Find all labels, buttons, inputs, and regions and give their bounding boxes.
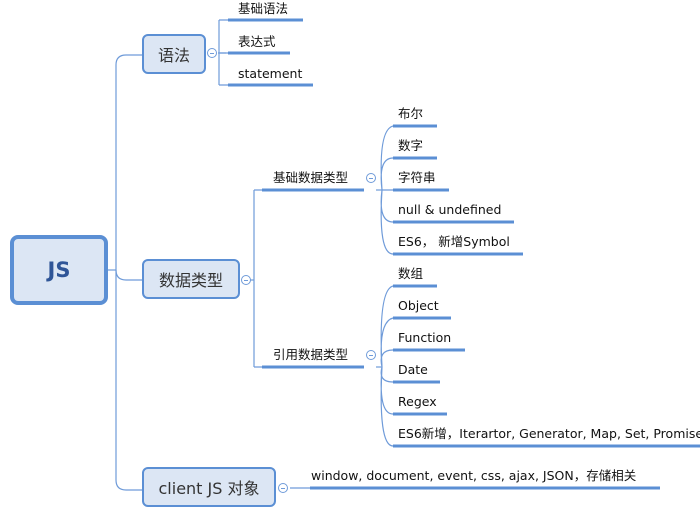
collapse-toggle-reference-types[interactable] xyxy=(366,350,376,360)
leaf-symbol[interactable]: ES6， 新增Symbol xyxy=(398,235,510,249)
leaf-boolean[interactable]: 布尔 xyxy=(398,107,423,121)
subbranch-reference-types[interactable]: 引用数据类型 xyxy=(273,348,348,362)
leaf-basic-syntax[interactable]: 基础语法 xyxy=(238,2,288,16)
branch-label: 语法 xyxy=(157,46,190,65)
connector-datatypes xyxy=(115,269,142,281)
leaf-object[interactable]: Object xyxy=(398,299,439,313)
branch-node-syntax[interactable]: 语法 xyxy=(142,34,206,74)
root-label: JS xyxy=(47,258,71,282)
leaf-statement[interactable]: statement xyxy=(238,67,302,81)
leaf-array[interactable]: 数组 xyxy=(398,267,423,281)
leaf-es6-additions[interactable]: ES6新增，Iterartor, Generator, Map, Set, Pr… xyxy=(398,427,700,441)
leaf-regex[interactable]: Regex xyxy=(398,395,437,409)
leaf-string[interactable]: 字符串 xyxy=(398,171,436,185)
collapse-toggle-client-objects[interactable] xyxy=(278,483,288,493)
subbranch-primitive-types[interactable]: 基础数据类型 xyxy=(273,171,348,185)
leaf-expression[interactable]: 表达式 xyxy=(238,35,276,49)
branch-label: 数据类型 xyxy=(158,271,223,290)
branch-node-datatypes[interactable]: 数据类型 xyxy=(142,259,240,299)
trunk-line xyxy=(115,65,142,491)
collapse-toggle-syntax[interactable] xyxy=(207,48,217,58)
leaf-function[interactable]: Function xyxy=(398,331,451,345)
root-node-js[interactable]: JS xyxy=(10,235,108,305)
connector-syntax xyxy=(115,54,142,66)
leaf-date[interactable]: Date xyxy=(398,363,428,377)
leaf-number[interactable]: 数字 xyxy=(398,139,423,153)
branch-label: client JS 对象 xyxy=(158,479,260,498)
branch-node-client-objects[interactable]: client JS 对象 xyxy=(142,467,276,507)
collapse-toggle-primitive-types[interactable] xyxy=(366,173,376,183)
leaf-client-objects[interactable]: window, document, event, css, ajax, JSON… xyxy=(311,469,636,483)
collapse-toggle-datatypes[interactable] xyxy=(241,275,251,285)
leaf-null-undefined[interactable]: null & undefined xyxy=(398,203,501,217)
